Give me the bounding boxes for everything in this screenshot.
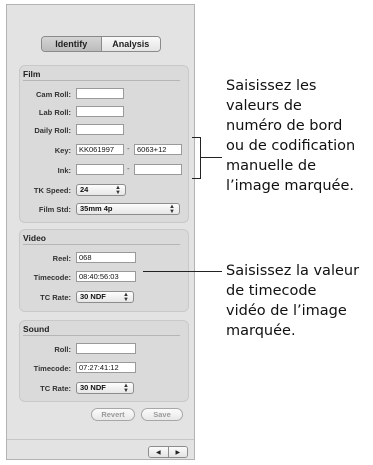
tk-speed-value: 24 — [80, 185, 89, 194]
reel-field[interactable]: 068 — [76, 252, 136, 263]
reel-label: Reel: — [52, 254, 71, 263]
sound-group: Sound Roll: Timecode: 07:27:41:12 TC Rat… — [19, 320, 189, 402]
popup-arrows-icon: ▲ ▼ — [123, 383, 129, 394]
ink-suffix-field[interactable] — [134, 164, 182, 175]
sound-group-title: Sound — [23, 324, 50, 334]
film-callout-line: numéro de bord — [226, 118, 343, 134]
film-callout-leader — [201, 157, 222, 158]
sound-tc-rate-label: TC Rate: — [40, 384, 71, 393]
key-label: Key: — [54, 146, 71, 155]
video-callout-line: de timecode — [226, 283, 317, 299]
popup-arrows-icon: ▲ ▼ — [115, 185, 121, 196]
video-callout-leader — [143, 271, 222, 272]
lab-roll-label: Lab Roll: — [38, 108, 71, 117]
bottom-divider — [7, 439, 194, 440]
lab-roll-field[interactable] — [76, 106, 124, 117]
sound-tc-rate-value: 30 NDF — [80, 383, 106, 392]
film-callout-line: l’image marquée. — [226, 178, 354, 194]
video-callout-line: marquée. — [226, 323, 296, 339]
video-group-divider — [23, 244, 180, 245]
film-callout-line: ou de codification — [226, 138, 356, 154]
key-separator: - — [127, 144, 130, 153]
inspector-panel: Identify Analysis Film Cam Roll: Lab Rol… — [6, 4, 195, 460]
video-timecode-label: Timecode: — [33, 273, 71, 282]
sound-group-divider — [23, 335, 180, 336]
triangle-right-icon: ▶ — [175, 449, 181, 456]
popup-arrows-icon: ▲ ▼ — [169, 204, 175, 215]
revert-button[interactable]: Revert — [91, 408, 135, 421]
daily-roll-label: Daily Roll: — [34, 126, 71, 135]
triangle-left-icon: ◀ — [155, 449, 161, 456]
video-tc-rate-label: TC Rate: — [40, 293, 71, 302]
ink-separator: - — [127, 164, 130, 173]
nav-arrows: ◀ ▶ — [148, 446, 188, 458]
tab-segmented-control: Identify Analysis — [41, 36, 161, 52]
video-group-title: Video — [23, 233, 46, 243]
save-button[interactable]: Save — [141, 408, 183, 421]
ink-prefix-field[interactable] — [76, 164, 124, 175]
film-callout-line: manuelle de — [226, 158, 317, 174]
film-callout-bracket-vertical — [200, 137, 201, 179]
daily-roll-field[interactable] — [76, 124, 124, 135]
film-std-value: 35mm 4p — [80, 204, 113, 213]
sound-roll-label: Roll: — [54, 345, 71, 354]
sound-tc-rate-popup[interactable]: 30 NDF ▲ ▼ — [76, 382, 134, 394]
film-callout-line: valeurs de — [226, 98, 302, 114]
film-group: Film Cam Roll: Lab Roll: Daily Roll: Key… — [19, 65, 189, 223]
film-callout-bracket-bottom — [192, 178, 201, 179]
video-tc-rate-popup[interactable]: 30 NDF ▲ ▼ — [76, 291, 134, 303]
previous-button[interactable]: ◀ — [149, 447, 168, 457]
video-timecode-field[interactable]: 08:40:56:03 — [76, 271, 136, 282]
next-button[interactable]: ▶ — [167, 447, 187, 457]
film-group-title: Film — [23, 69, 41, 79]
video-callout-text: Saisissez la valeur de timecode vidéo de… — [226, 261, 359, 341]
film-std-label: Film Std: — [38, 205, 71, 214]
video-callout-line: Saisissez la valeur — [226, 263, 360, 279]
tab-analysis[interactable]: Analysis — [100, 37, 160, 51]
film-callout-text: Saisissez les valeurs de numéro de bord … — [226, 76, 355, 196]
popup-arrows-icon: ▲ ▼ — [123, 292, 129, 303]
sound-timecode-label: Timecode: — [33, 364, 71, 373]
sound-timecode-field[interactable]: 07:27:41:12 — [76, 362, 136, 373]
video-callout-line: vidéo de l’image — [226, 303, 347, 319]
sound-roll-field[interactable] — [76, 343, 136, 354]
cam-roll-field[interactable] — [76, 88, 124, 99]
tk-speed-popup[interactable]: 24 ▲ ▼ — [76, 184, 126, 196]
tab-identify[interactable]: Identify — [42, 37, 101, 51]
key-suffix-field[interactable]: 6063+12 — [134, 144, 182, 155]
film-std-popup[interactable]: 35mm 4p ▲ ▼ — [76, 203, 180, 215]
cam-roll-label: Cam Roll: — [35, 90, 71, 99]
ink-label: Ink: — [57, 166, 71, 175]
video-tc-rate-value: 30 NDF — [80, 292, 106, 301]
film-callout-line: Saisissez les — [226, 78, 317, 94]
tk-speed-label: TK Speed: — [33, 186, 71, 195]
film-group-divider — [23, 80, 180, 81]
key-prefix-field[interactable]: KK061997 — [76, 144, 124, 155]
